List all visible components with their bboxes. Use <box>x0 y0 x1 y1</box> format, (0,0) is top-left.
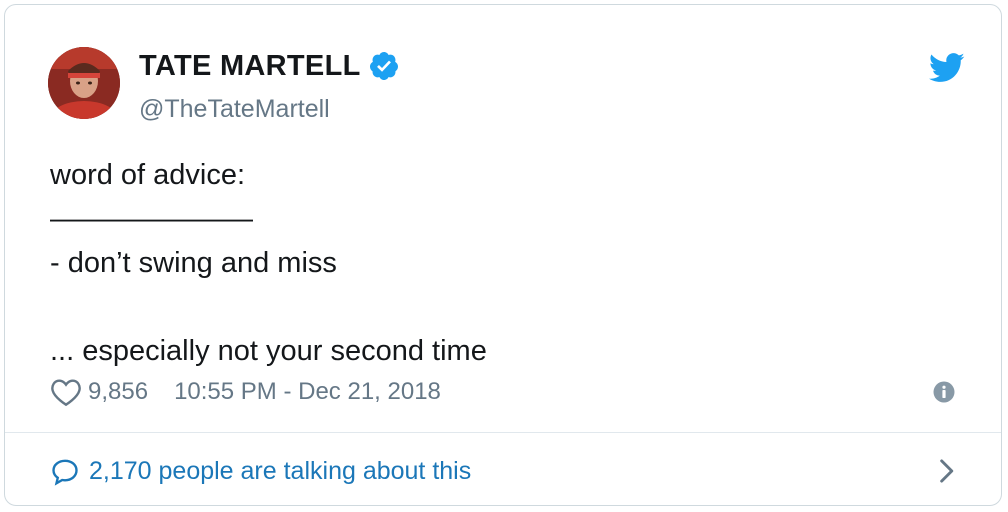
tweet-meta-row: 9,856 10:55 PM - Dec 21, 2018 <box>50 377 441 407</box>
tweet-timestamp[interactable]: 10:55 PM - Dec 21, 2018 <box>174 377 441 407</box>
author-display-name: TATE MARTELL <box>139 50 361 82</box>
avatar-image <box>48 47 120 119</box>
tweet-line: word of advice: <box>50 159 246 191</box>
tweet-line: ... especially not your second time <box>50 335 487 367</box>
tweet-line-divider: ——————— <box>50 203 253 235</box>
author-handle[interactable]: @TheTateMartell <box>139 94 330 124</box>
chevron-right-icon <box>940 459 954 483</box>
conversation-count-text: 2,170 people are talking about this <box>89 457 472 485</box>
speech-bubble-icon <box>52 459 78 486</box>
verified-badge-icon <box>369 52 398 80</box>
tweet-line: - don’t swing and miss <box>50 247 337 279</box>
info-icon[interactable] <box>933 381 955 403</box>
heart-icon <box>51 379 81 407</box>
like-count: 9,856 <box>88 378 149 405</box>
author-name-row[interactable]: TATE MARTELL <box>139 49 400 83</box>
author-avatar[interactable] <box>48 47 120 119</box>
twitter-bird-icon[interactable] <box>929 53 965 83</box>
conversation-link[interactable]: 2,170 people are talking about this <box>5 433 1001 505</box>
like-button[interactable]: 9,856 <box>50 377 174 407</box>
tweet-embed-card: TATE MARTELL @TheTateMartell word of adv… <box>4 4 1002 506</box>
tweet-text: word of advice: ——————— - don’t swing an… <box>50 153 950 373</box>
